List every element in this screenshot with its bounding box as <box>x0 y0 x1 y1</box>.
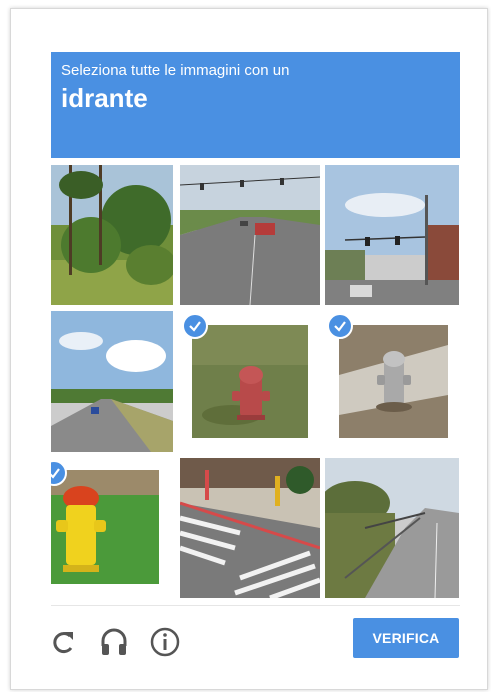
image-tile-3[interactable] <box>325 165 459 305</box>
selected-check-icon <box>182 313 208 339</box>
challenge-instruction: Seleziona tutte le immagini con un <box>61 62 290 79</box>
headphones-icon[interactable] <box>98 626 130 658</box>
image-tile-2[interactable] <box>180 165 320 305</box>
tile-image <box>325 165 459 305</box>
tile-image <box>51 165 173 305</box>
challenge-header: Seleziona tutte le immagini con un idran… <box>51 52 460 158</box>
image-tile-9[interactable] <box>325 458 459 598</box>
challenge-target: idrante <box>61 83 148 113</box>
verify-button[interactable]: VERIFICA <box>353 618 459 658</box>
tile-image <box>339 325 448 438</box>
image-tile-1[interactable] <box>51 165 173 305</box>
selected-check-icon <box>327 313 353 339</box>
image-tile-4[interactable] <box>51 311 173 452</box>
image-tile-7[interactable] <box>51 458 173 598</box>
image-tile-5[interactable] <box>180 311 320 452</box>
reload-icon[interactable] <box>48 626 80 658</box>
tile-image <box>51 311 173 452</box>
info-icon[interactable] <box>149 626 181 658</box>
tile-image <box>180 165 320 305</box>
tile-image <box>180 458 320 598</box>
image-tile-6[interactable] <box>325 311 459 452</box>
tile-image <box>51 470 159 584</box>
footer-divider <box>51 605 460 606</box>
tile-image <box>192 325 308 438</box>
image-tile-8[interactable] <box>180 458 320 598</box>
tile-image <box>325 458 459 598</box>
